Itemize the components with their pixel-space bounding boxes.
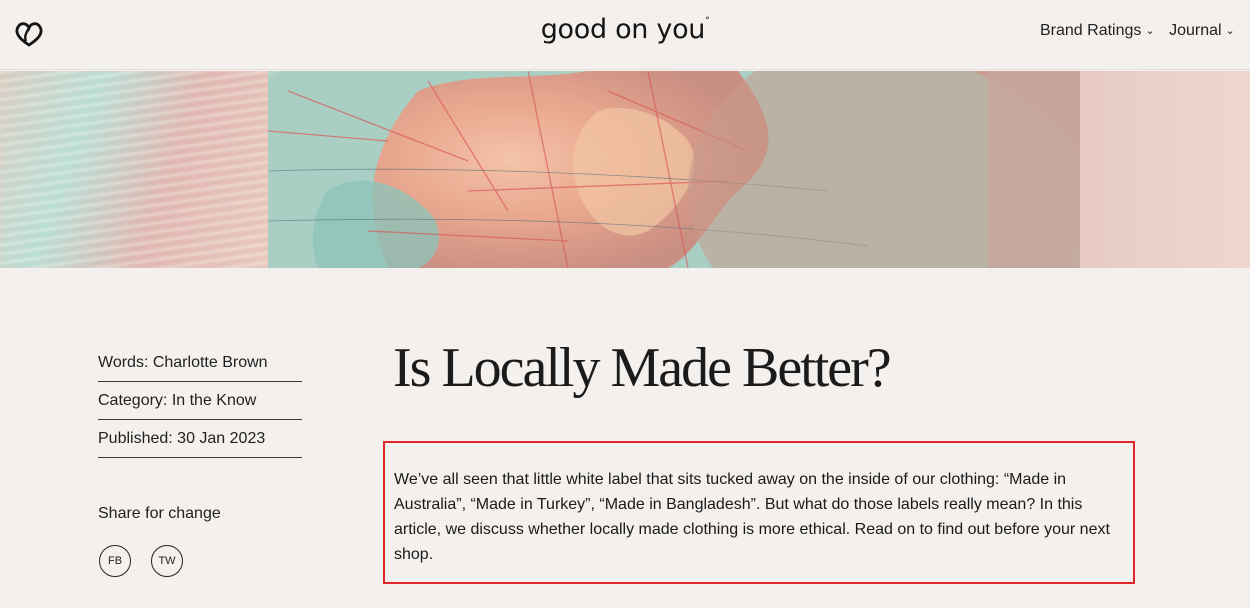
meta-category: Category: In the Know [98, 382, 302, 420]
nav-brand-ratings-label: Brand Ratings [1040, 22, 1142, 39]
chevron-down-icon: ⌄ [1225, 25, 1235, 37]
hero-blur-left [0, 71, 270, 268]
nav-journal-label: Journal [1169, 22, 1222, 39]
main-nav: Brand Ratings ⌄ Journal ⌄ [1040, 22, 1245, 40]
site-header: good on you° Brand Ratings ⌄ Journal ⌄ [0, 0, 1250, 70]
meta-author: Words: Charlotte Brown [98, 344, 302, 382]
article-meta: Words: Charlotte Brown Category: In the … [98, 344, 302, 458]
hero-blur-right [1080, 71, 1250, 268]
hero-image [0, 71, 1250, 268]
chevron-down-icon: ⌄ [1145, 25, 1155, 37]
article-intro: We’ve all seen that little white label t… [394, 471, 1110, 563]
globe-photo [268, 71, 1080, 268]
meta-published: Published: 30 Jan 2023 [98, 420, 302, 458]
share-label: Share for change [98, 505, 221, 522]
brand-name: good on you [540, 14, 706, 45]
share-twitter-button[interactable]: TW [151, 545, 183, 577]
brand-mark: ° [705, 16, 710, 26]
article-title: Is Locally Made Better? [393, 337, 892, 399]
nav-brand-ratings[interactable]: Brand Ratings ⌄ [1040, 22, 1155, 40]
share-facebook-button[interactable]: FB [99, 545, 131, 577]
nav-journal[interactable]: Journal ⌄ [1169, 22, 1235, 40]
